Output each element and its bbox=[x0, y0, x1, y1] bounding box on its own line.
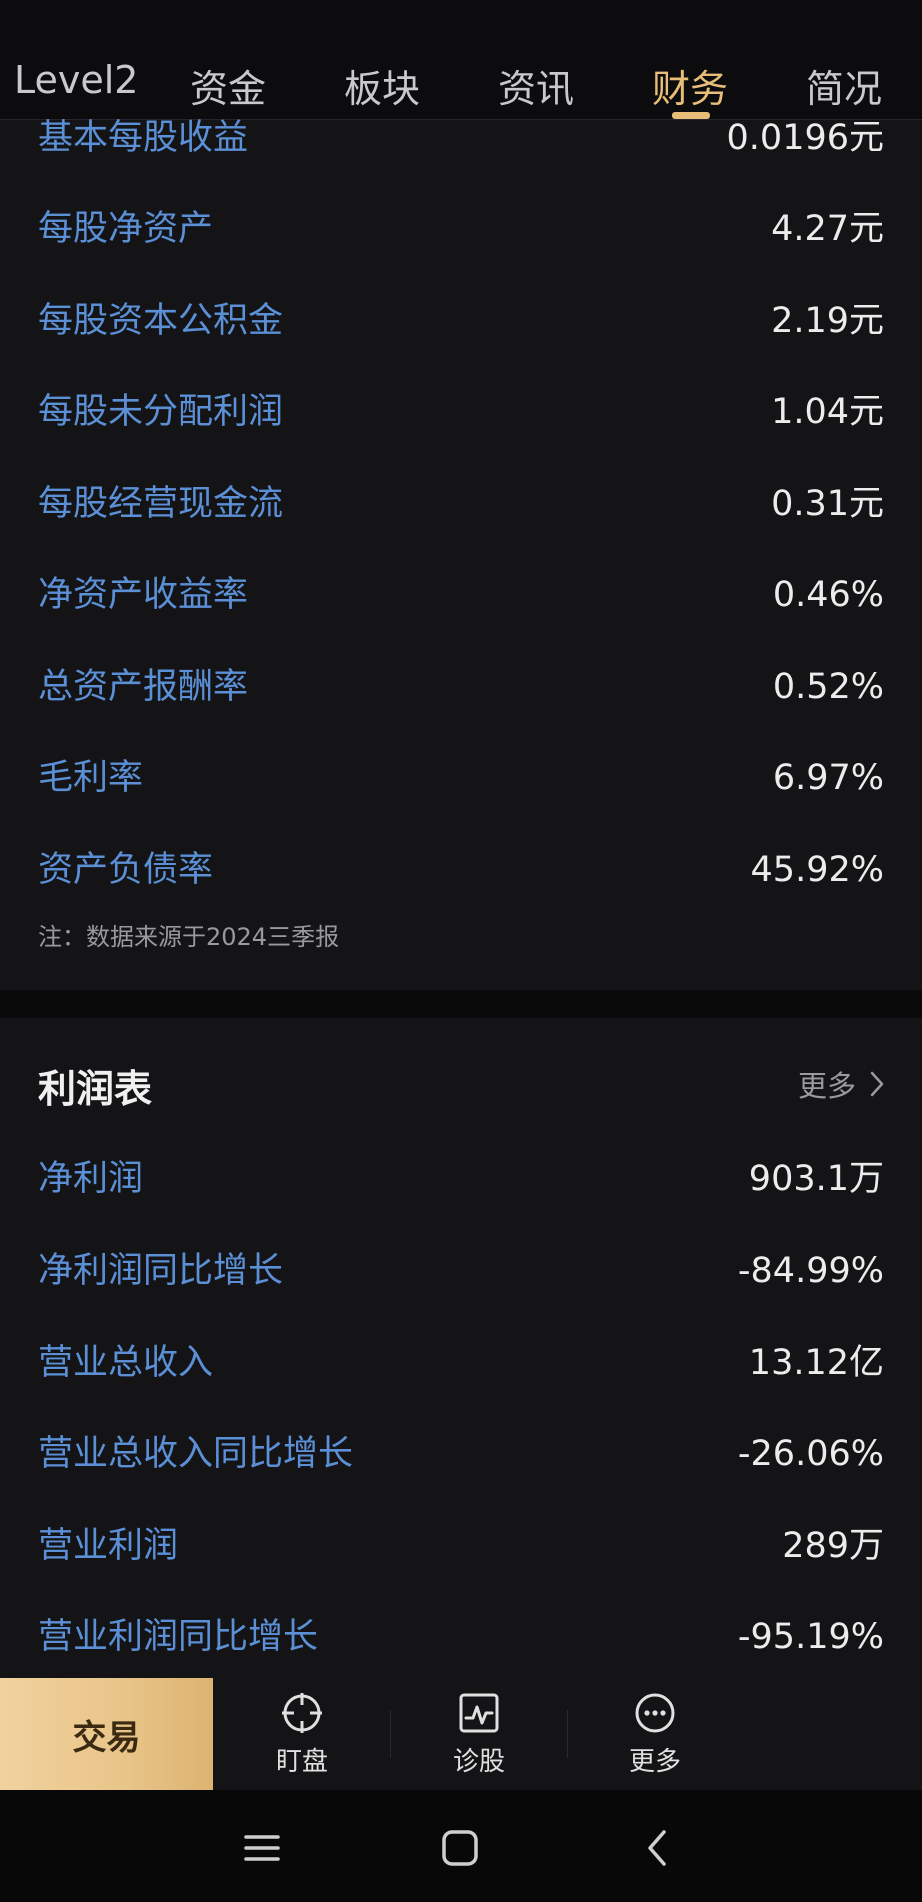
income-label: 营业利润同比增长 bbox=[38, 1617, 319, 1657]
finance-page: Level2 资金 板块 资讯 财务 简况 基本每股收益 0.0196元 每股净… bbox=[0, 0, 922, 1902]
income-row[interactable]: 营业总收入 13.12亿 bbox=[0, 1333, 922, 1393]
trade-button[interactable]: 交易 bbox=[0, 1678, 213, 1790]
indicator-label: 每股净资产 bbox=[38, 209, 214, 249]
indicator-row[interactable]: 每股未分配利润 1.04元 bbox=[0, 382, 922, 442]
menu-icon[interactable] bbox=[234, 1820, 290, 1876]
income-row[interactable]: 净利润 903.1万 bbox=[0, 1149, 922, 1209]
indicator-label: 每股经营现金流 bbox=[38, 484, 284, 524]
indicator-label: 资产负债率 bbox=[38, 850, 214, 890]
indicator-row[interactable]: 总资产报酬率 0.52% bbox=[0, 657, 922, 717]
watch-button[interactable]: 盯盘 bbox=[227, 1678, 377, 1790]
indicator-row[interactable]: 基本每股收益 0.0196元 bbox=[0, 108, 922, 168]
income-value: -95.19% bbox=[737, 1617, 884, 1657]
tab-level2[interactable]: Level2 bbox=[14, 58, 138, 102]
indicator-value: 2.19元 bbox=[771, 301, 884, 341]
indicator-label: 毛利率 bbox=[38, 758, 144, 798]
system-nav-bar bbox=[0, 1790, 922, 1902]
tab-sector[interactable]: 板块 bbox=[344, 58, 420, 113]
income-value: -84.99% bbox=[737, 1251, 884, 1291]
chevron-right-icon bbox=[870, 1071, 884, 1097]
indicator-value: 0.31元 bbox=[771, 484, 884, 524]
indicator-value: 6.97% bbox=[772, 758, 884, 798]
indicator-label: 净资产收益率 bbox=[38, 575, 249, 615]
more-link[interactable]: 更多 bbox=[798, 1063, 884, 1105]
indicator-value: 0.46% bbox=[772, 575, 884, 615]
income-label: 营业总收入 bbox=[38, 1343, 214, 1383]
indicator-value: 4.27元 bbox=[771, 209, 884, 249]
indicator-label: 总资产报酬率 bbox=[38, 667, 249, 707]
diagnose-button[interactable]: 诊股 bbox=[404, 1678, 554, 1790]
indicator-value: 0.0196元 bbox=[726, 118, 884, 158]
income-label: 净利润 bbox=[38, 1159, 144, 1199]
bottom-action-bar: 交易 盯盘 诊股 更多 bbox=[0, 1678, 922, 1790]
indicator-row[interactable]: 每股净资产 4.27元 bbox=[0, 199, 922, 259]
income-row[interactable]: 营业总收入同比增长 -26.06% bbox=[0, 1424, 922, 1484]
chart-pulse-icon bbox=[459, 1693, 499, 1732]
more-action-label: 更多 bbox=[628, 1746, 681, 1777]
home-icon[interactable] bbox=[432, 1820, 488, 1876]
action-divider bbox=[567, 1710, 568, 1758]
diagnose-label: 诊股 bbox=[452, 1746, 505, 1777]
top-tab-bar: Level2 资金 板块 资讯 财务 简况 bbox=[0, 0, 922, 120]
tab-profile[interactable]: 简况 bbox=[806, 58, 882, 113]
indicator-value: 1.04元 bbox=[771, 392, 884, 432]
more-button[interactable]: 更多 bbox=[580, 1678, 730, 1790]
income-row[interactable]: 营业利润 289万 bbox=[0, 1516, 922, 1576]
tab-finance[interactable]: 财务 bbox=[652, 58, 728, 113]
income-row[interactable]: 营业利润同比增长 -95.19% bbox=[0, 1607, 922, 1667]
indicator-row[interactable]: 每股经营现金流 0.31元 bbox=[0, 474, 922, 534]
indicator-row[interactable]: 净资产收益率 0.46% bbox=[0, 565, 922, 625]
section-title: 利润表 bbox=[38, 1067, 153, 1111]
tab-funds[interactable]: 资金 bbox=[190, 58, 266, 113]
indicator-label: 基本每股收益 bbox=[38, 118, 249, 158]
income-value: 13.12亿 bbox=[748, 1343, 884, 1383]
watch-label: 盯盘 bbox=[275, 1746, 328, 1777]
income-label: 净利润同比增长 bbox=[38, 1251, 284, 1291]
indicator-row[interactable]: 毛利率 6.97% bbox=[0, 748, 922, 808]
data-source-note: 注：数据来源于2024三季报 bbox=[38, 923, 340, 951]
tab-news[interactable]: 资讯 bbox=[498, 58, 574, 113]
section-divider bbox=[0, 990, 922, 1018]
income-label: 营业利润 bbox=[38, 1526, 179, 1566]
indicator-row[interactable]: 每股资本公积金 2.19元 bbox=[0, 291, 922, 351]
indicator-label: 每股未分配利润 bbox=[38, 392, 284, 432]
back-icon[interactable] bbox=[630, 1820, 686, 1876]
indicator-row[interactable]: 资产负债率 45.92% bbox=[0, 840, 922, 900]
crosshair-icon bbox=[282, 1692, 322, 1733]
indicator-label: 每股资本公积金 bbox=[38, 301, 284, 341]
more-dots-icon bbox=[635, 1693, 675, 1732]
income-label: 营业总收入同比增长 bbox=[38, 1434, 354, 1474]
indicator-value: 0.52% bbox=[772, 667, 884, 707]
income-value: 289万 bbox=[782, 1526, 884, 1566]
income-value: 903.1万 bbox=[748, 1159, 884, 1199]
income-row[interactable]: 净利润同比增长 -84.99% bbox=[0, 1241, 922, 1301]
income-value: -26.06% bbox=[737, 1434, 884, 1474]
more-label: 更多 bbox=[797, 1069, 856, 1103]
action-divider bbox=[390, 1710, 391, 1758]
indicator-value: 45.92% bbox=[750, 850, 884, 890]
